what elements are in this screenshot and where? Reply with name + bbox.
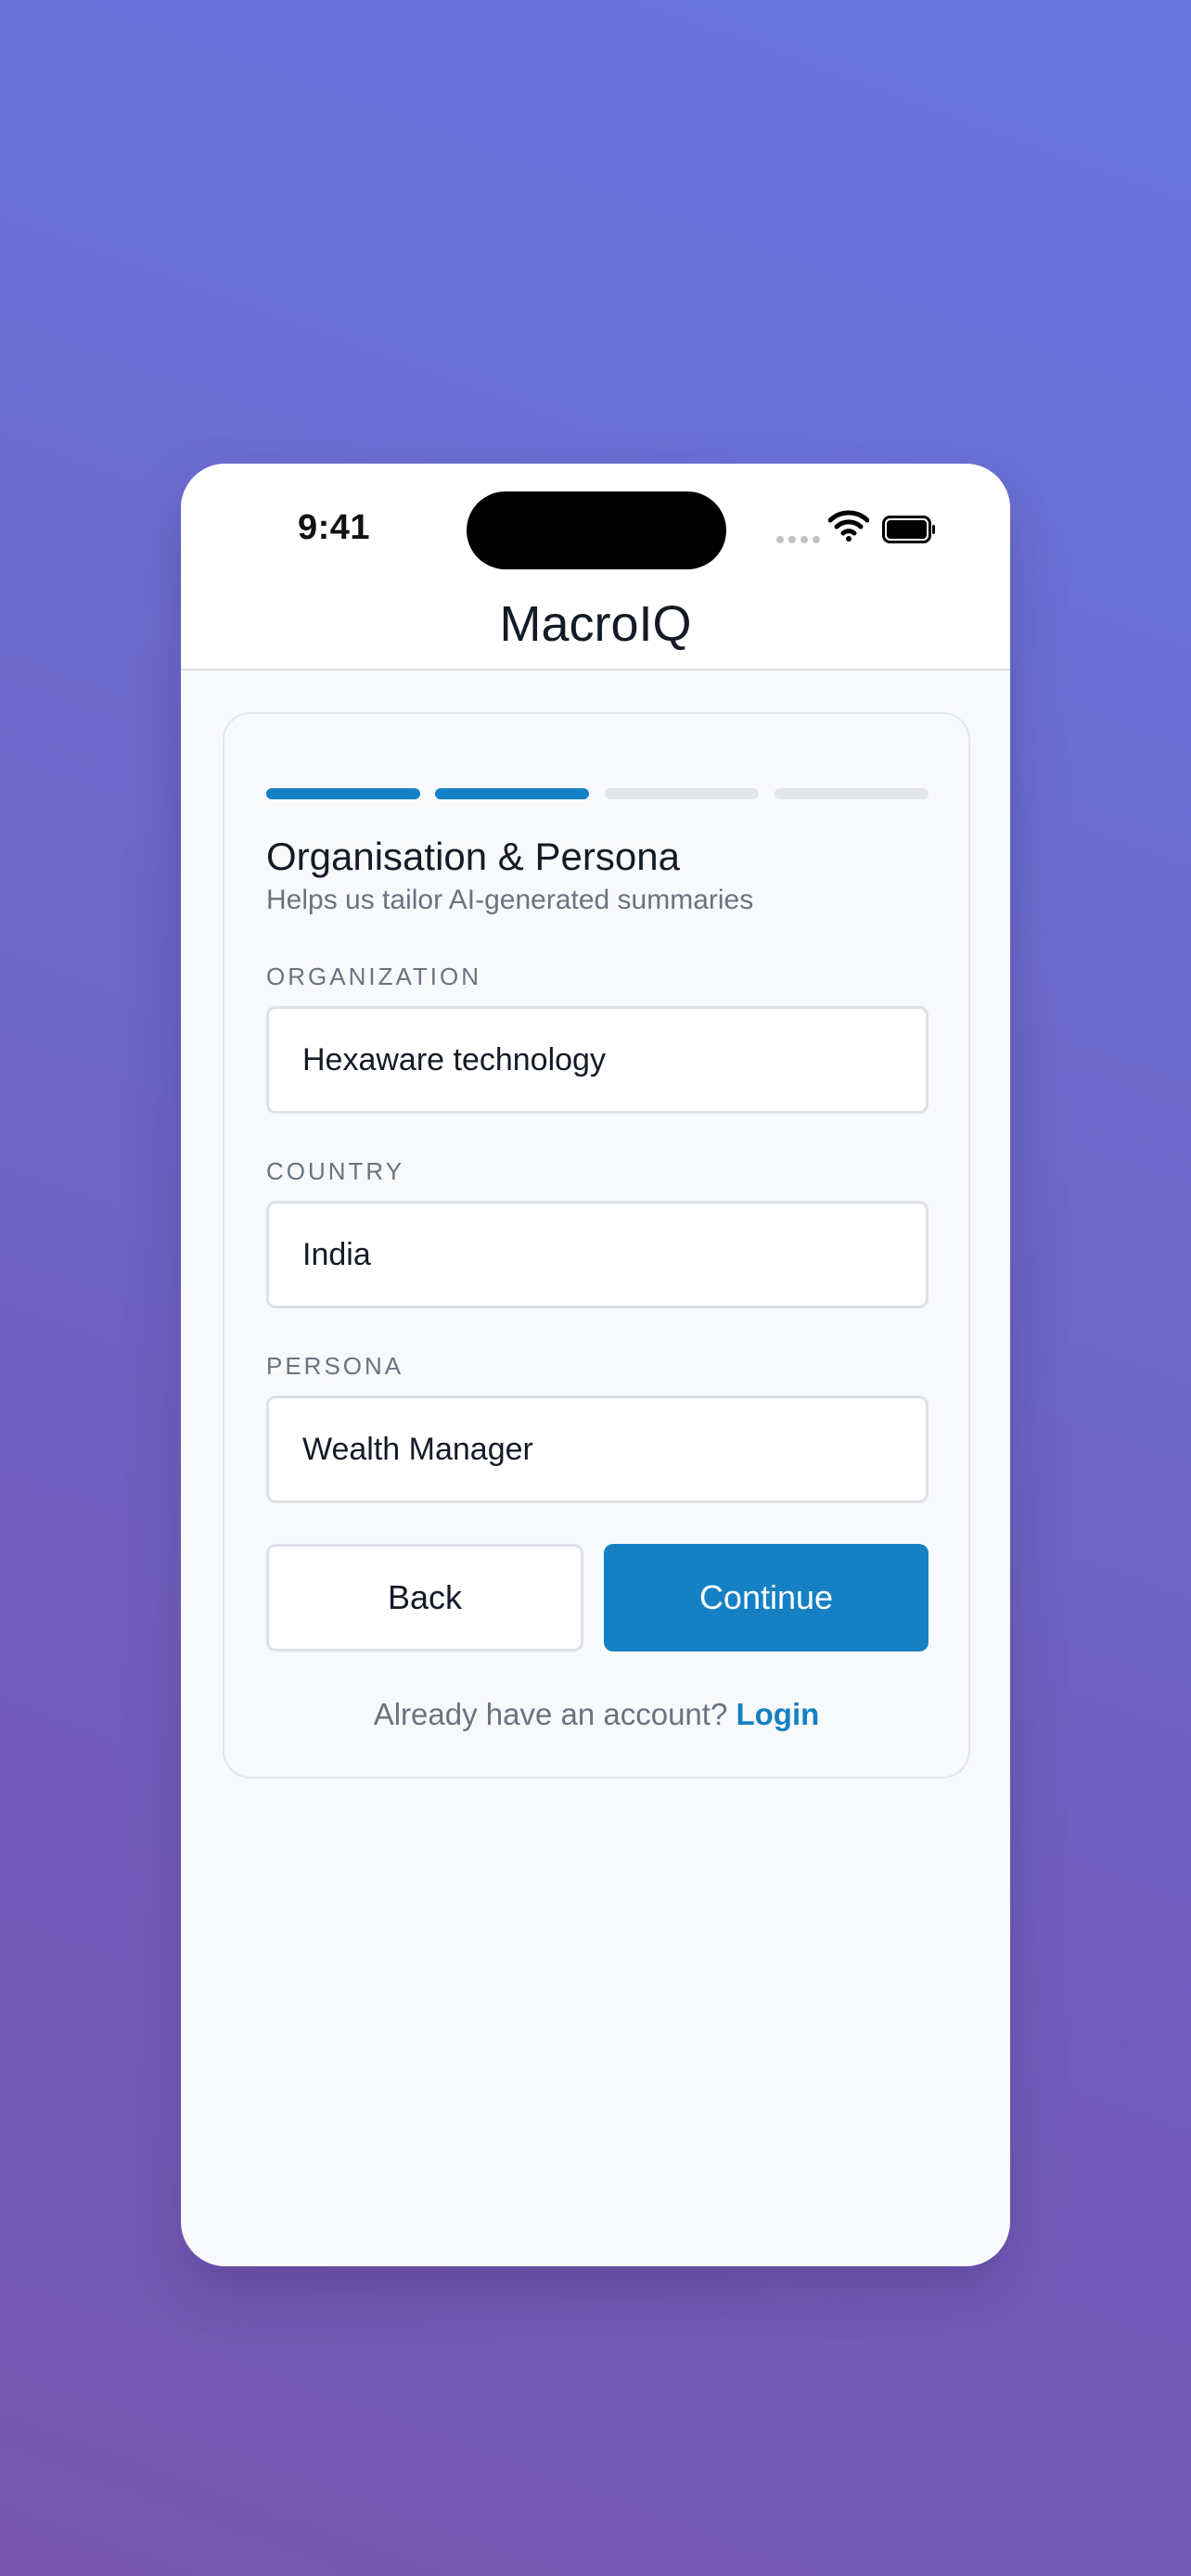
country-input[interactable] xyxy=(266,1201,928,1308)
step-progress xyxy=(266,788,928,799)
persona-label: PERSONA xyxy=(266,1352,404,1380)
status-bar: 9:41 xyxy=(181,464,1010,584)
dynamic-island xyxy=(467,491,726,569)
phone-screen: 9:41 MacroIQ Organisation & Persona Help… xyxy=(181,464,1010,2266)
organization-label: ORGANIZATION xyxy=(266,963,481,990)
app-header: MacroIQ xyxy=(181,584,1010,670)
step-subtitle: Helps us tailor AI-generated summaries xyxy=(266,885,754,915)
continue-button[interactable]: Continue xyxy=(604,1544,928,1651)
persona-input[interactable] xyxy=(266,1396,928,1503)
login-prompt-text: Already have an account? xyxy=(373,1697,728,1731)
login-prompt: Already have an account? Login xyxy=(224,1697,968,1732)
app-title: MacroIQ xyxy=(499,596,692,652)
back-button[interactable]: Back xyxy=(266,1544,583,1651)
progress-segment-3 xyxy=(605,788,759,799)
wifi-icon xyxy=(828,510,869,542)
progress-segment-4 xyxy=(775,788,928,799)
status-time: 9:41 xyxy=(298,508,371,547)
cellular-icon xyxy=(776,536,820,543)
country-label: COUNTRY xyxy=(266,1157,405,1185)
login-link[interactable]: Login xyxy=(736,1697,819,1731)
organization-input[interactable] xyxy=(266,1006,928,1114)
step-title: Organisation & Persona xyxy=(266,835,680,878)
progress-segment-2 xyxy=(435,788,589,799)
onboarding-card: Organisation & Persona Helps us tailor A… xyxy=(223,712,970,1779)
progress-segment-1 xyxy=(266,788,420,799)
battery-icon xyxy=(882,516,935,543)
